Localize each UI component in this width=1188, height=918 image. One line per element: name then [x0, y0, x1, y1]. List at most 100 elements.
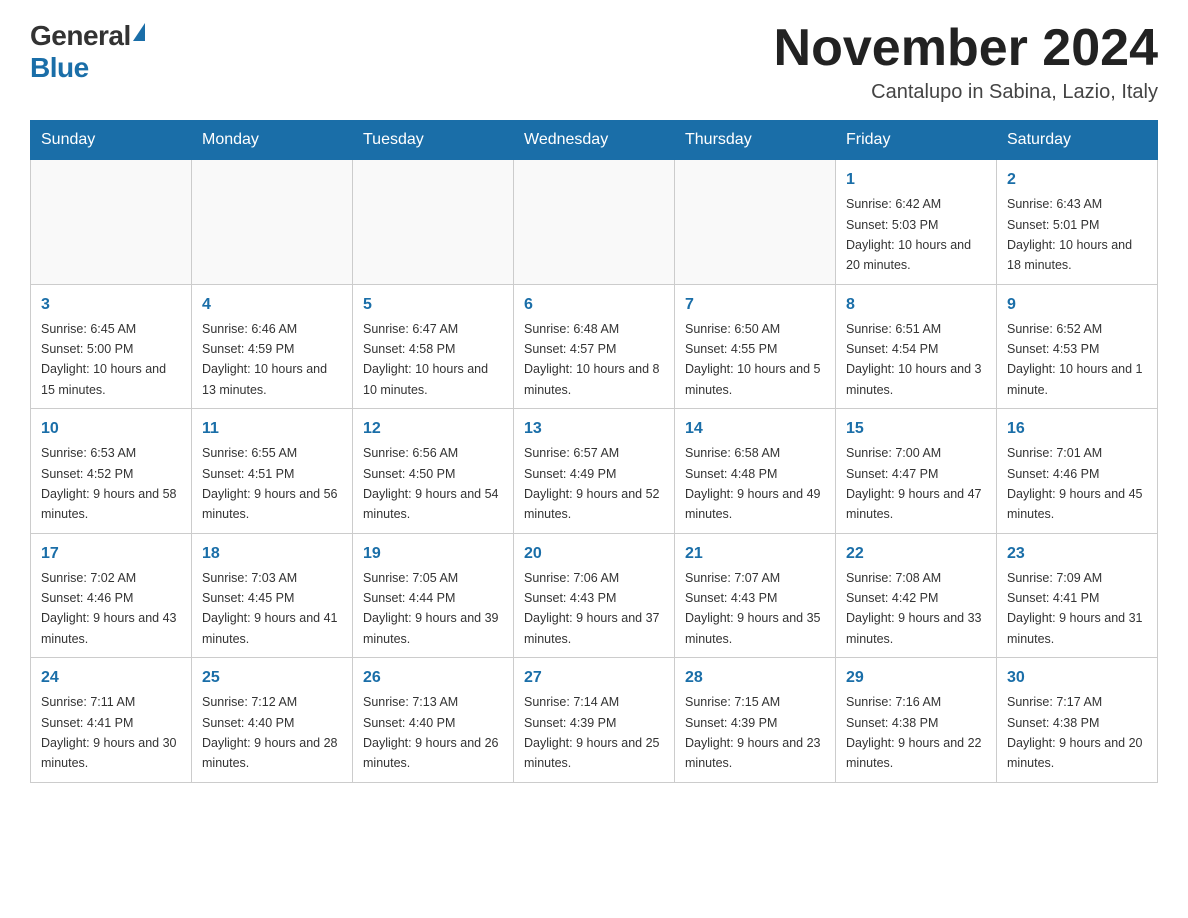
- day-number: 8: [846, 293, 986, 317]
- day-info: Sunrise: 6:48 AM Sunset: 4:57 PM Dayligh…: [524, 322, 660, 397]
- day-info: Sunrise: 6:46 AM Sunset: 4:59 PM Dayligh…: [202, 322, 327, 397]
- calendar-week-2: 3Sunrise: 6:45 AM Sunset: 5:00 PM Daylig…: [31, 284, 1158, 409]
- page-header: General Blue November 2024 Cantalupo in …: [30, 20, 1158, 104]
- calendar-cell: 18Sunrise: 7:03 AM Sunset: 4:45 PM Dayli…: [192, 533, 353, 658]
- calendar-cell: 19 Sunrise: 7:05 AM Sunset: 4:44 PM Dayli…: [353, 533, 514, 658]
- day-number: 21: [685, 542, 825, 566]
- calendar-cell: 3Sunrise: 6:45 AM Sunset: 5:00 PM Daylig…: [31, 284, 192, 409]
- calendar-table: Sunday Monday Tuesday Wednesday Thursday…: [30, 120, 1158, 783]
- day-number: 13: [524, 417, 664, 441]
- day-number: 30: [1007, 666, 1147, 690]
- day-number: 28: [685, 666, 825, 690]
- day-info: Sunrise: 6:42 AM Sunset: 5:03 PM Dayligh…: [846, 197, 971, 272]
- day-info: Sunrise: 7:12 AM Sunset: 4:40 PM Dayligh…: [202, 695, 338, 770]
- calendar-cell: 10 Sunrise: 6:53 AM Sunset: 4:52 PM Dayli…: [31, 409, 192, 534]
- header-friday: Friday: [836, 121, 997, 160]
- day-number: 12: [363, 417, 503, 441]
- day-info: Sunrise: 6:58 AM Sunset: 4:48 PM Dayligh…: [685, 446, 821, 521]
- calendar-cell: 9Sunrise: 6:52 AM Sunset: 4:53 PM Daylig…: [997, 284, 1158, 409]
- calendar-cell: 24 Sunrise: 7:11 AM Sunset: 4:41 PM Dayli…: [31, 658, 192, 783]
- day-info: Sunrise: 7:00 AM Sunset: 4:47 PM Dayligh…: [846, 446, 982, 521]
- day-number: 6: [524, 293, 664, 317]
- calendar-cell: 25 Sunrise: 7:12 AM Sunset: 4:40 PM Dayli…: [192, 658, 353, 783]
- day-number: 7: [685, 293, 825, 317]
- day-info: Sunrise: 7:07 AM Sunset: 4:43 PM Dayligh…: [685, 571, 821, 646]
- header-sunday: Sunday: [31, 121, 192, 160]
- calendar-cell: 27Sunrise: 7:14 AM Sunset: 4:39 PM Dayli…: [514, 658, 675, 783]
- calendar-cell: 28 Sunrise: 7:15 AM Sunset: 4:39 PM Dayli…: [675, 658, 836, 783]
- day-info: Sunrise: 6:43 AM Sunset: 5:01 PM Dayligh…: [1007, 197, 1132, 272]
- calendar-cell: 30 Sunrise: 7:17 AM Sunset: 4:38 PM Dayli…: [997, 658, 1158, 783]
- calendar-cell: 4 Sunrise: 6:46 AM Sunset: 4:59 PM Daylig…: [192, 284, 353, 409]
- day-info: Sunrise: 7:15 AM Sunset: 4:39 PM Dayligh…: [685, 695, 821, 770]
- day-number: 5: [363, 293, 503, 317]
- day-info: Sunrise: 7:14 AM Sunset: 4:39 PM Dayligh…: [524, 695, 660, 770]
- day-number: 22: [846, 542, 986, 566]
- calendar-week-4: 17 Sunrise: 7:02 AM Sunset: 4:46 PM Dayli…: [31, 533, 1158, 658]
- calendar-cell: 29Sunrise: 7:16 AM Sunset: 4:38 PM Dayli…: [836, 658, 997, 783]
- logo-general-text: General: [30, 20, 131, 52]
- calendar-cell: 15 Sunrise: 7:00 AM Sunset: 4:47 PM Dayli…: [836, 409, 997, 534]
- day-info: Sunrise: 7:17 AM Sunset: 4:38 PM Dayligh…: [1007, 695, 1143, 770]
- day-info: Sunrise: 6:52 AM Sunset: 4:53 PM Dayligh…: [1007, 322, 1143, 397]
- calendar-cell: 8 Sunrise: 6:51 AM Sunset: 4:54 PM Daylig…: [836, 284, 997, 409]
- day-info: Sunrise: 7:06 AM Sunset: 4:43 PM Dayligh…: [524, 571, 660, 646]
- day-number: 20: [524, 542, 664, 566]
- day-number: 10: [41, 417, 181, 441]
- day-info: Sunrise: 7:02 AM Sunset: 4:46 PM Dayligh…: [41, 571, 177, 646]
- calendar-cell: 23Sunrise: 7:09 AM Sunset: 4:41 PM Dayli…: [997, 533, 1158, 658]
- calendar-cell: [353, 160, 514, 285]
- header-thursday: Thursday: [675, 121, 836, 160]
- month-title: November 2024: [774, 20, 1158, 77]
- day-number: 15: [846, 417, 986, 441]
- calendar-cell: 1 Sunrise: 6:42 AM Sunset: 5:03 PM Daylig…: [836, 160, 997, 285]
- calendar-cell: 26 Sunrise: 7:13 AM Sunset: 4:40 PM Dayli…: [353, 658, 514, 783]
- calendar-cell: [192, 160, 353, 285]
- day-info: Sunrise: 6:51 AM Sunset: 4:54 PM Dayligh…: [846, 322, 982, 397]
- header-monday: Monday: [192, 121, 353, 160]
- calendar-week-5: 24 Sunrise: 7:11 AM Sunset: 4:41 PM Dayli…: [31, 658, 1158, 783]
- day-info: Sunrise: 7:11 AM Sunset: 4:41 PM Dayligh…: [41, 695, 177, 770]
- calendar-cell: 14Sunrise: 6:58 AM Sunset: 4:48 PM Dayli…: [675, 409, 836, 534]
- calendar-cell: 11 Sunrise: 6:55 AM Sunset: 4:51 PM Dayli…: [192, 409, 353, 534]
- day-info: Sunrise: 7:13 AM Sunset: 4:40 PM Dayligh…: [363, 695, 499, 770]
- day-info: Sunrise: 7:08 AM Sunset: 4:42 PM Dayligh…: [846, 571, 982, 646]
- calendar-cell: 17 Sunrise: 7:02 AM Sunset: 4:46 PM Dayli…: [31, 533, 192, 658]
- calendar-cell: 6 Sunrise: 6:48 AM Sunset: 4:57 PM Daylig…: [514, 284, 675, 409]
- logo: General Blue: [30, 20, 145, 84]
- day-info: Sunrise: 6:55 AM Sunset: 4:51 PM Dayligh…: [202, 446, 338, 521]
- day-info: Sunrise: 7:05 AM Sunset: 4:44 PM Dayligh…: [363, 571, 499, 646]
- calendar-cell: 20 Sunrise: 7:06 AM Sunset: 4:43 PM Dayli…: [514, 533, 675, 658]
- calendar-cell: 21 Sunrise: 7:07 AM Sunset: 4:43 PM Dayli…: [675, 533, 836, 658]
- location-subtitle: Cantalupo in Sabina, Lazio, Italy: [774, 81, 1158, 104]
- header-saturday: Saturday: [997, 121, 1158, 160]
- day-number: 4: [202, 293, 342, 317]
- logo-triangle-icon: [133, 23, 145, 41]
- day-number: 29: [846, 666, 986, 690]
- day-number: 24: [41, 666, 181, 690]
- day-info: Sunrise: 6:57 AM Sunset: 4:49 PM Dayligh…: [524, 446, 660, 521]
- day-number: 26: [363, 666, 503, 690]
- day-info: Sunrise: 6:50 AM Sunset: 4:55 PM Dayligh…: [685, 322, 821, 397]
- calendar-cell: 7 Sunrise: 6:50 AM Sunset: 4:55 PM Daylig…: [675, 284, 836, 409]
- calendar-cell: [31, 160, 192, 285]
- calendar-cell: 13 Sunrise: 6:57 AM Sunset: 4:49 PM Dayli…: [514, 409, 675, 534]
- calendar-week-1: 1 Sunrise: 6:42 AM Sunset: 5:03 PM Daylig…: [31, 160, 1158, 285]
- day-number: 16: [1007, 417, 1147, 441]
- day-number: 25: [202, 666, 342, 690]
- day-number: 19: [363, 542, 503, 566]
- day-number: 3: [41, 293, 181, 317]
- day-number: 18: [202, 542, 342, 566]
- header-wednesday: Wednesday: [514, 121, 675, 160]
- day-number: 1: [846, 168, 986, 192]
- day-number: 11: [202, 417, 342, 441]
- calendar-cell: 22 Sunrise: 7:08 AM Sunset: 4:42 PM Dayli…: [836, 533, 997, 658]
- day-info: Sunrise: 6:56 AM Sunset: 4:50 PM Dayligh…: [363, 446, 499, 521]
- day-info: Sunrise: 6:53 AM Sunset: 4:52 PM Dayligh…: [41, 446, 177, 521]
- title-block: November 2024 Cantalupo in Sabina, Lazio…: [774, 20, 1158, 104]
- day-number: 17: [41, 542, 181, 566]
- header-tuesday: Tuesday: [353, 121, 514, 160]
- calendar-cell: [675, 160, 836, 285]
- logo-blue-text: Blue: [30, 52, 89, 84]
- calendar-week-3: 10 Sunrise: 6:53 AM Sunset: 4:52 PM Dayli…: [31, 409, 1158, 534]
